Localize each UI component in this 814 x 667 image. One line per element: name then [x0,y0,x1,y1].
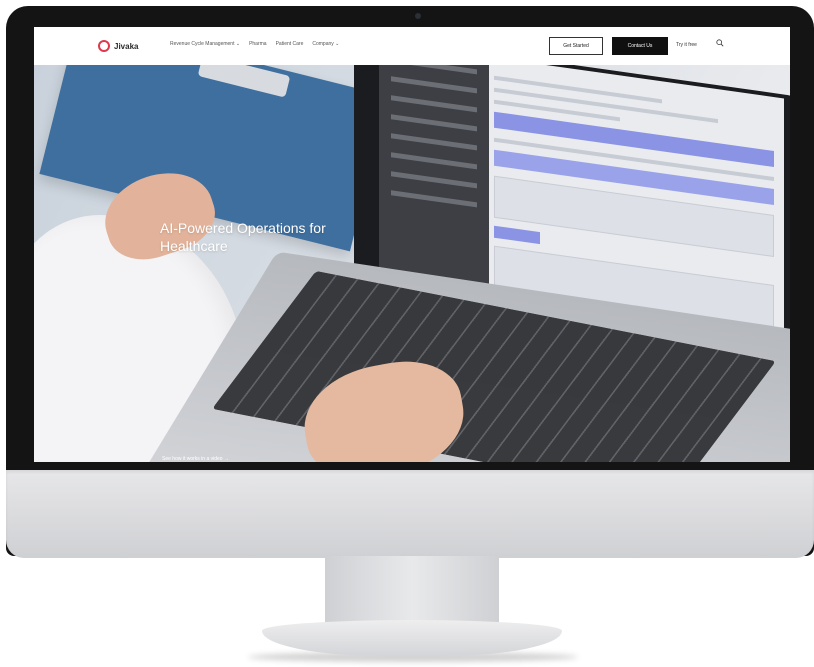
hero-title: AI-Powered Operations for Healthcare [160,220,326,254]
nav-item-pharma[interactable]: Pharma [249,41,267,47]
hero-section: AI-Powered Operations for Healthcare See… [34,65,790,462]
hero-video-link[interactable]: See how it works in a video → [162,456,229,462]
monitor-stand-foot [262,620,562,656]
top-navbar: Jivaka Revenue Cycle Management ⌄ Pharma… [34,27,790,66]
website-screen: Jivaka Revenue Cycle Management ⌄ Pharma… [34,27,790,462]
brand-name: Jivaka [114,41,139,51]
brand-logo[interactable]: Jivaka [98,40,138,52]
hero-video-link-label: See how it works in a video [162,456,223,462]
logo-circle-icon [98,40,110,52]
nav-item-company[interactable]: Company ⌄ [312,41,339,47]
search-icon[interactable] [716,39,724,47]
try-free-link[interactable]: Try it free [676,42,697,48]
get-started-button[interactable]: Get Started [549,37,603,55]
nav-item-patient-care[interactable]: Patient Care [276,41,304,47]
nav-item-revenue-cycle[interactable]: Revenue Cycle Management ⌄ [170,41,240,47]
arrow-right-icon: → [223,456,229,462]
contact-us-button[interactable]: Contact Us [612,37,668,55]
monitor-chin [6,470,814,558]
main-nav: Revenue Cycle Management ⌄ Pharma Patien… [170,41,339,47]
webcam-icon [415,13,421,19]
monitor-stand-neck [325,556,499,626]
